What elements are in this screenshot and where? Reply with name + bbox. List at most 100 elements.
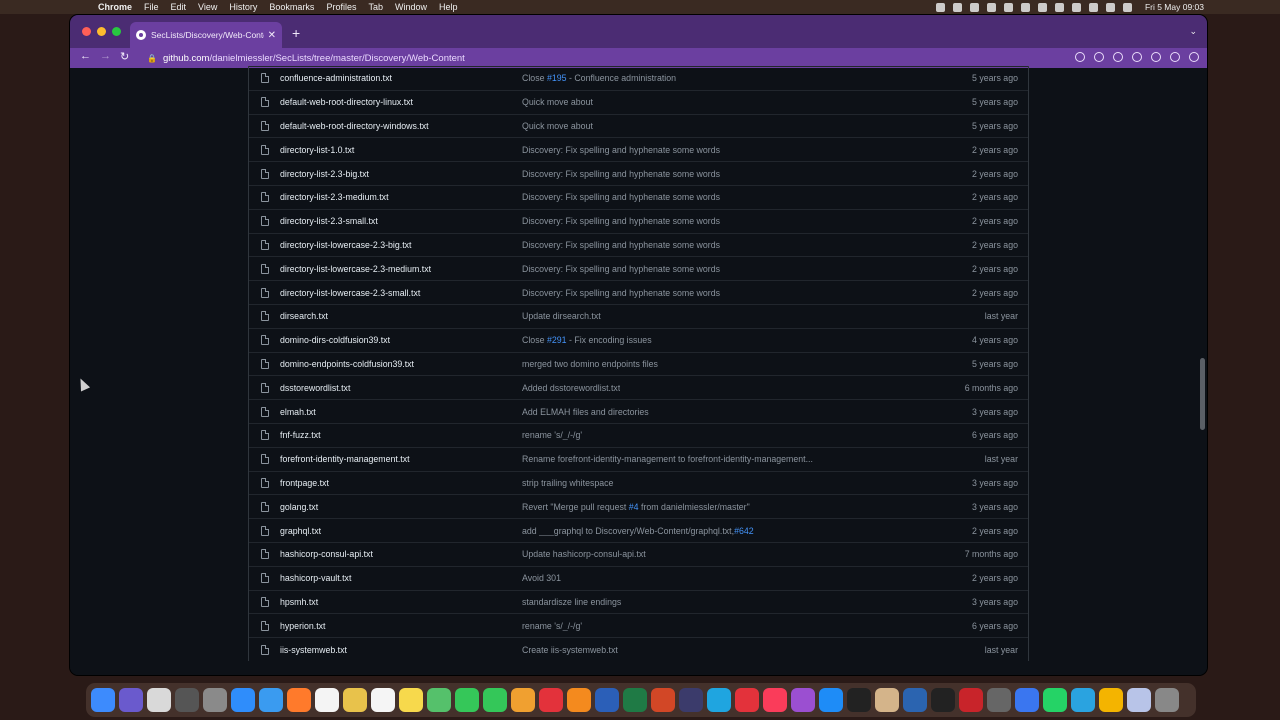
photos-icon[interactable] <box>511 688 535 712</box>
file-name-link[interactable]: hashicorp-consul-api.txt <box>280 549 373 559</box>
file-name-link[interactable]: directory-list-lowercase-2.3-medium.txt <box>280 264 431 274</box>
launchpad-icon[interactable] <box>147 688 171 712</box>
file-row[interactable]: directory-list-lowercase-2.3-small.txt Di… <box>249 280 1028 304</box>
google-lens-icon[interactable] <box>1075 52 1085 62</box>
bookmark-star-icon[interactable] <box>1132 52 1142 62</box>
file-row[interactable]: directory-list-2.3-medium.txt Discovery: … <box>249 184 1028 209</box>
tab-search-chevron-icon[interactable]: ⌄ <box>1189 26 1197 37</box>
page-scrollbar[interactable] <box>1200 358 1205 430</box>
back-arrow-icon[interactable]: ← <box>80 50 91 62</box>
calendar-icon[interactable] <box>315 688 339 712</box>
commit-message-link[interactable]: Close #291 - Fix encoding issues <box>522 335 652 345</box>
file-name-link[interactable]: directory-list-2.3-small.txt <box>280 216 378 226</box>
file-row[interactable]: fnf-fuzz.txt rename 's/_/-/g' 6 years ago <box>249 422 1028 447</box>
tab-active[interactable]: SecLists/Discovery/Web-Conte ✕ <box>130 22 282 48</box>
wifi-icon[interactable] <box>1072 2 1081 12</box>
file-row[interactable]: hashicorp-vault.txt Avoid 301 2 years ago <box>249 565 1028 590</box>
firefox-icon[interactable] <box>287 688 311 712</box>
close-window-button[interactable] <box>82 27 91 36</box>
commit-message-link[interactable]: standardisze line endings <box>522 597 621 607</box>
finder-window-icon[interactable] <box>1127 688 1151 712</box>
file-name-link[interactable]: confluence-administration.txt <box>280 73 392 83</box>
menu-window[interactable]: Window <box>395 2 427 12</box>
file-name-link[interactable]: graphql.txt <box>280 526 321 536</box>
file-row[interactable]: directory-list-lowercase-2.3-big.txt Disc… <box>249 232 1028 257</box>
commit-message-link[interactable]: Discovery: Fix spelling and hyphenate so… <box>522 264 720 274</box>
profile-avatar-icon[interactable] <box>1170 52 1180 62</box>
commit-message-link[interactable]: Avoid 301 <box>522 573 561 583</box>
file-row[interactable]: directory-list-1.0.txt Discovery: Fix spe… <box>249 137 1028 161</box>
file-name-link[interactable]: hashicorp-vault.txt <box>280 573 351 583</box>
appstore-icon[interactable] <box>819 688 843 712</box>
file-name-link[interactable]: default-web-root-directory-windows.txt <box>280 121 429 131</box>
file-name-link[interactable]: forefront-identity-management.txt <box>280 454 410 464</box>
pull-request-link[interactable]: #291 <box>547 335 567 345</box>
trash-icon[interactable] <box>1155 688 1179 712</box>
commit-message-link[interactable]: Quick move about <box>522 97 593 107</box>
file-name-link[interactable]: dsstorewordlist.txt <box>280 383 350 393</box>
file-name-link[interactable]: dirsearch.txt <box>280 311 328 321</box>
more-menu-icon[interactable] <box>1189 52 1199 62</box>
commit-message-link[interactable]: Add ELMAH files and directories <box>522 407 649 417</box>
sync-icon[interactable] <box>970 2 979 12</box>
whatsapp-icon[interactable] <box>1043 688 1067 712</box>
file-row[interactable]: dirsearch.txt Update dirsearch.txt last ye… <box>249 303 1028 328</box>
siri-icon[interactable] <box>119 688 143 712</box>
commit-message-link[interactable]: rename 's/_/-/g' <box>522 621 582 631</box>
new-tab-button[interactable]: + <box>292 25 300 41</box>
preview-icon[interactable] <box>875 688 899 712</box>
commit-message-link[interactable]: Quick move about <box>522 121 593 131</box>
battery-icon[interactable] <box>1106 2 1115 12</box>
telegram-icon[interactable] <box>1071 688 1095 712</box>
mail-icon[interactable] <box>259 688 283 712</box>
skype-icon[interactable] <box>707 688 731 712</box>
file-name-link[interactable]: directory-list-lowercase-2.3-small.txt <box>280 288 420 298</box>
facetime-icon[interactable] <box>483 688 507 712</box>
file-row[interactable]: hyperion.txt rename 's/_/-/g' 6 years ago <box>249 613 1028 637</box>
news-icon-2[interactable] <box>735 688 759 712</box>
commit-message-link[interactable]: add ___graphql to Discovery/Web-Content/… <box>522 526 754 536</box>
reminders-icon[interactable] <box>371 688 395 712</box>
bluetooth-icon[interactable] <box>1038 2 1047 12</box>
file-row[interactable]: dsstorewordlist.txt Added dsstorewordlist… <box>249 375 1028 399</box>
file-name-link[interactable]: directory-list-lowercase-2.3-big.txt <box>280 240 412 250</box>
notes-icon[interactable] <box>343 688 367 712</box>
display-icon[interactable] <box>1021 2 1030 12</box>
file-name-link[interactable]: frontpage.txt <box>280 478 329 488</box>
messages-icon[interactable] <box>455 688 479 712</box>
calculator-icon[interactable] <box>987 688 1011 712</box>
file-row[interactable]: forefront-identity-management.txt Rename … <box>249 446 1028 471</box>
file-row[interactable]: directory-list-2.3-small.txt Discovery: F… <box>249 208 1028 233</box>
commit-message-link[interactable]: rename 's/_/-/g' <box>522 430 582 440</box>
menu-file[interactable]: File <box>144 2 159 12</box>
close-tab-icon[interactable]: ✕ <box>268 30 276 41</box>
signal-icon[interactable] <box>1015 688 1039 712</box>
file-name-link[interactable]: directory-list-2.3-medium.txt <box>280 192 389 202</box>
file-name-link[interactable]: default-web-root-directory-linux.txt <box>280 97 413 107</box>
pull-request-link[interactable]: #195 <box>547 73 567 83</box>
translate-icon[interactable] <box>1094 52 1104 62</box>
forward-arrow-icon[interactable]: → <box>100 50 111 62</box>
stack-icon[interactable] <box>987 2 996 12</box>
menu-view[interactable]: View <box>198 2 217 12</box>
file-row[interactable]: default-web-root-directory-windows.txt Qu… <box>249 113 1028 138</box>
commit-message-link[interactable]: Discovery: Fix spelling and hyphenate so… <box>522 288 720 298</box>
menubar-clock[interactable]: Fri 5 May 09:03 <box>1145 2 1204 12</box>
address-bar[interactable]: 🔒 github.com /danielmiessler/SecLists/tr… <box>147 50 1147 66</box>
share-icon[interactable] <box>1113 52 1123 62</box>
commit-message-link[interactable]: Discovery: Fix spelling and hyphenate so… <box>522 240 720 250</box>
file-row[interactable]: confluence-administration.txt Close #195 … <box>249 66 1028 90</box>
file-name-link[interactable]: domino-endpoints-coldfusion39.txt <box>280 359 414 369</box>
menu-tab[interactable]: Tab <box>368 2 383 12</box>
commit-message-link[interactable]: Update dirsearch.txt <box>522 311 601 321</box>
podcasts-icon[interactable] <box>791 688 815 712</box>
safari-icon[interactable] <box>231 688 255 712</box>
time-machine-icon[interactable] <box>1055 2 1064 12</box>
minimize-window-button[interactable] <box>97 27 106 36</box>
commit-message-link[interactable]: Discovery: Fix spelling and hyphenate so… <box>522 192 720 202</box>
file-row[interactable]: frontpage.txt strip trailing whitespace 3 … <box>249 470 1028 495</box>
headphones-icon[interactable] <box>1004 2 1013 12</box>
commit-message-link[interactable]: Update hashicorp-consul-api.txt <box>522 549 646 559</box>
maps-icon[interactable] <box>427 688 451 712</box>
file-row[interactable]: elmah.txt Add ELMAH files and directories… <box>249 399 1028 423</box>
